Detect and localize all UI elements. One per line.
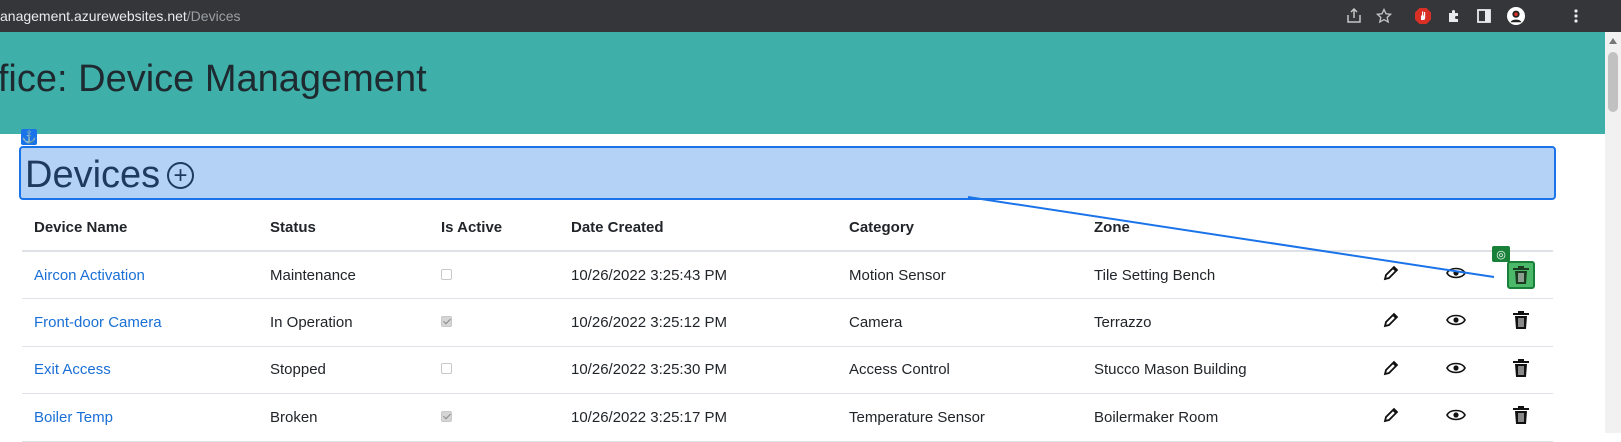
zone-cell: Terrazzo xyxy=(1082,298,1358,347)
edit-pencil-icon[interactable] xyxy=(1382,265,1400,286)
target-icon: ◎ xyxy=(1492,246,1510,262)
column-header: Status xyxy=(258,205,429,252)
view-eye-icon[interactable] xyxy=(1445,314,1466,331)
date-created-cell: 10/26/2022 3:25:43 PM xyxy=(559,251,837,299)
delete-trash-icon[interactable] xyxy=(1512,311,1530,334)
url-host: anagement.azurewebsites.net xyxy=(0,8,187,24)
status-cell: In Operation xyxy=(258,298,429,347)
column-header: Device Name xyxy=(22,205,258,252)
scroll-thumb[interactable] xyxy=(1608,52,1618,112)
status-cell: Stopped xyxy=(258,346,429,394)
devices-section-header: Devices + xyxy=(19,146,1556,200)
edit-pencil-icon[interactable] xyxy=(1382,312,1400,333)
zone-cell: Tile Setting Bench xyxy=(1082,251,1358,299)
zone-cell: Stucco Mason Building xyxy=(1082,346,1358,394)
device-name-link[interactable]: Boiler Temp xyxy=(34,409,113,426)
edit-pencil-icon[interactable] xyxy=(1382,360,1400,381)
view-eye-icon[interactable] xyxy=(1445,362,1466,379)
device-name-link[interactable]: Aircon Activation xyxy=(34,267,145,284)
anchor-icon: ⚓ xyxy=(21,129,37,145)
url-path: /Devices xyxy=(186,8,241,24)
view-eye-icon[interactable] xyxy=(1445,267,1466,284)
add-device-button[interactable]: + xyxy=(167,162,194,189)
delete-trash-icon[interactable] xyxy=(1512,406,1530,429)
status-cell: Maintenance xyxy=(258,251,429,299)
status-cell: Broken xyxy=(258,393,429,442)
category-cell: Temperature Sensor xyxy=(837,393,1082,442)
app-title: ffice: Device Management xyxy=(0,58,427,100)
device-name-link[interactable]: Exit Access xyxy=(34,361,111,378)
table-row: Aircon Activation Maintenance 10/26/2022 3… xyxy=(22,251,1553,299)
category-cell: Motion Sensor xyxy=(837,251,1082,299)
category-cell: Camera xyxy=(837,298,1082,347)
table-header-row: Device Name Status Is Active Date Create… xyxy=(22,205,1553,252)
app-header: ffice: Device Management xyxy=(0,32,1605,134)
table-row: Boiler Temp Broken 10/26/2022 3:25:17 PM Te… xyxy=(22,393,1553,442)
device-name-link[interactable]: Front-door Camera xyxy=(34,314,162,331)
column-header: Is Active xyxy=(429,205,559,252)
extension-stop-icon[interactable] xyxy=(1414,7,1432,25)
bookmark-star-icon[interactable] xyxy=(1375,7,1393,25)
is-active-checkbox xyxy=(441,410,452,422)
date-created-cell: 10/26/2022 3:25:12 PM xyxy=(559,298,837,347)
address-bar[interactable]: anagement.azurewebsites.net/Devices xyxy=(0,8,240,24)
date-created-cell: 10/26/2022 3:25:30 PM xyxy=(559,346,837,394)
browser-menu-icon[interactable] xyxy=(1567,7,1585,25)
column-header: Zone xyxy=(1082,205,1358,252)
table-row: Front-door Camera In Operation 10/26/2022 … xyxy=(22,298,1553,347)
date-created-cell: 10/26/2022 3:25:17 PM xyxy=(559,393,837,442)
side-panel-icon[interactable] xyxy=(1475,7,1493,25)
page-scrollbar[interactable] xyxy=(1605,32,1621,433)
extensions-puzzle-icon[interactable] xyxy=(1445,7,1463,25)
edit-pencil-icon[interactable] xyxy=(1382,407,1400,428)
devices-table: Device Name Status Is Active Date Create… xyxy=(22,205,1553,442)
category-cell: Access Control xyxy=(837,346,1082,394)
scroll-up-arrow-icon[interactable] xyxy=(1609,38,1617,44)
is-active-checkbox xyxy=(441,363,452,375)
table-row: Exit Access Stopped 10/26/2022 3:25:30 PM A… xyxy=(22,346,1553,394)
browser-toolbar: anagement.azurewebsites.net/Devices xyxy=(0,0,1621,32)
share-icon[interactable] xyxy=(1345,7,1363,25)
zone-cell: Boilermaker Room xyxy=(1082,393,1358,442)
delete-trash-icon[interactable] xyxy=(1512,358,1530,382)
column-header: Category xyxy=(837,205,1082,252)
view-eye-icon[interactable] xyxy=(1445,409,1466,426)
column-header: Date Created xyxy=(559,205,837,252)
is-active-checkbox xyxy=(441,268,452,280)
profile-avatar-icon[interactable] xyxy=(1507,7,1525,25)
delete-trash-icon[interactable] xyxy=(1506,261,1535,289)
section-title: Devices xyxy=(25,154,161,196)
is-active-checkbox xyxy=(441,315,452,327)
